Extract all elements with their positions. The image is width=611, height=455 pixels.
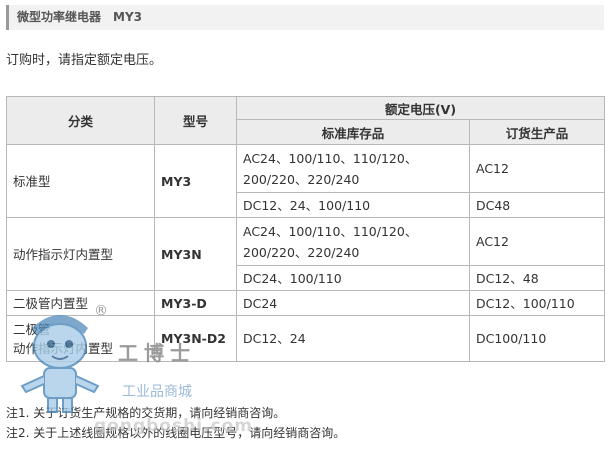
order-product-cell: DC100/110 xyxy=(468,315,606,362)
standard-stock-cell: DC12、24、100/110 xyxy=(236,192,470,218)
order-product-cell: DC12、100/110 xyxy=(468,290,606,316)
order-product-cell: AC12 xyxy=(468,144,606,193)
standard-stock-cell: DC24、100/110 xyxy=(236,265,470,291)
header-standard-stock: 标准库存品 xyxy=(236,119,470,145)
header-model: 型号 xyxy=(154,96,237,145)
intro-text: 订购时，请指定额定电压。 xyxy=(6,53,163,68)
order-product-cell: DC48 xyxy=(468,192,606,218)
model-cell: MY3 xyxy=(154,144,237,218)
header-order-product: 订货生产品 xyxy=(468,119,606,145)
watermark-tagline: 工业品商城 xyxy=(122,384,192,400)
category-line-1: 二极管 xyxy=(13,321,51,337)
standard-stock-cell: DC24 xyxy=(236,290,470,316)
notes: 注1. 关于订货生产规格的交货期，请向经销商咨询。 注2. 关于上述线圈规格以外… xyxy=(6,403,345,443)
note-2: 注2. 关于上述线圈规格以外的线圈电压型号，请向经销商咨询。 xyxy=(6,426,346,440)
header-category: 分类 xyxy=(6,96,155,145)
page-title-model: MY3 xyxy=(113,10,142,24)
category-cell: 标准型 xyxy=(6,144,155,218)
note-1: 注1. 关于订货生产规格的交货期，请向经销商咨询。 xyxy=(6,406,286,420)
table-row: 标准型 MY3 AC24、100/110、110/120、200/220、220… xyxy=(6,144,606,218)
model-cell: MY3N-D2 xyxy=(154,315,237,362)
page-title-bar: 微型功率继电器 MY3 xyxy=(6,5,604,30)
table-row: 二极管内置型 MY3-D DC24 DC12、100/110 xyxy=(6,290,606,316)
category-cell: 二极管内置型 xyxy=(6,290,155,316)
table-row: 二极管 动作指示灯内置型 MY3N-D2 DC12、24 DC100/110 xyxy=(6,315,606,362)
category-cell: 动作指示灯内置型 xyxy=(6,217,155,291)
standard-stock-cell: AC24、100/110、110/120、200/220、220/240 xyxy=(236,217,470,266)
category-cell: 二极管 动作指示灯内置型 xyxy=(6,315,155,362)
header-rated-voltage: 额定电压(V) xyxy=(235,96,606,120)
rated-voltage-table: 分类 型号 额定电压(V) 标准库存品 订货生产品 标准型 MY3 AC24、1… xyxy=(6,96,606,362)
standard-stock-cell: DC12、24 xyxy=(236,315,470,362)
page-title: 微型功率继电器 xyxy=(17,10,102,24)
model-cell: MY3N xyxy=(154,217,237,291)
table-row: 动作指示灯内置型 MY3N AC24、100/110、110/120、200/2… xyxy=(6,217,606,291)
order-product-cell: DC12、48 xyxy=(468,265,606,291)
order-product-cell: AC12 xyxy=(468,217,606,266)
category-line-2: 动作指示灯内置型 xyxy=(13,340,114,356)
standard-stock-cell: AC24、100/110、110/120、200/220、220/240 xyxy=(236,144,470,193)
model-cell: MY3-D xyxy=(154,290,237,316)
